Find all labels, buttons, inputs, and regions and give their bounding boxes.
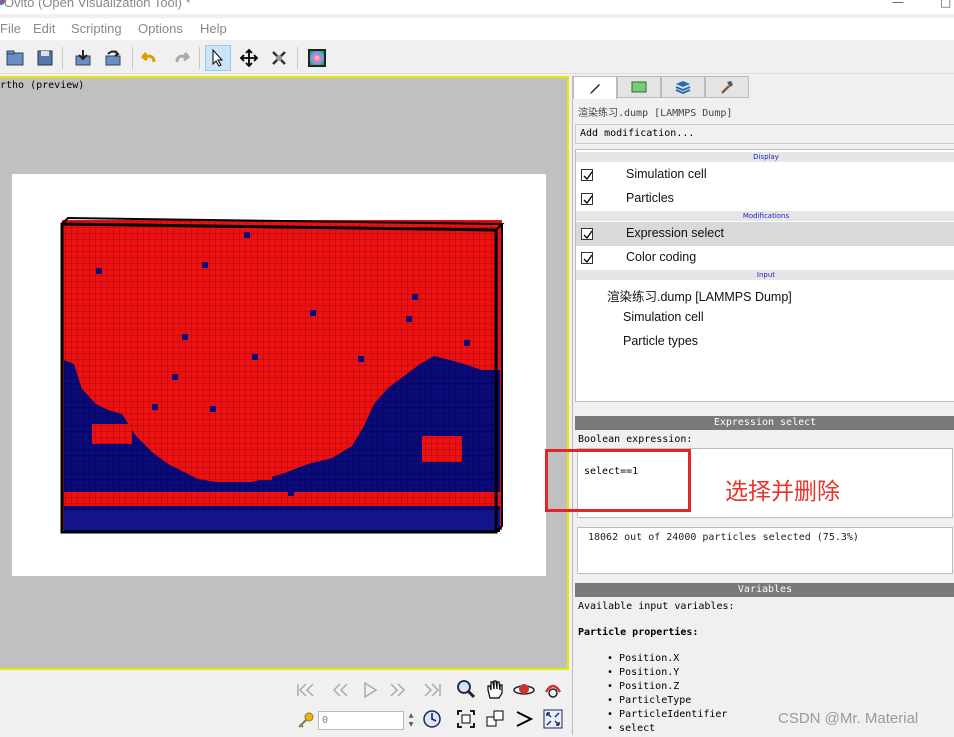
pipeline-item-label: Color coding	[626, 250, 697, 264]
jump-start-icon[interactable]	[294, 679, 318, 701]
selection-status-box: 18062 out of 24000 particles selected (7…	[577, 527, 953, 574]
command-panel: 渲染练习.dump [LAMMPS Dump] Add modification…	[572, 76, 954, 735]
pipeline-item-label: Particles	[626, 191, 674, 205]
section-input: Input	[576, 270, 954, 280]
tab-render[interactable]	[617, 76, 661, 98]
pipeline-item-label: Simulation cell	[623, 310, 704, 324]
checkmark-icon	[583, 195, 593, 205]
window-title: Ovito (Open Visualization Tool) *	[4, 0, 191, 10]
checkbox-color-coding[interactable]	[581, 252, 593, 264]
zoom-icon[interactable]	[454, 678, 478, 700]
variables-header: Variables	[575, 583, 954, 597]
annotation-highlight-box	[545, 449, 691, 512]
frame-spinner-arrows[interactable]: ▲ ▼	[406, 711, 416, 730]
layers-icon	[675, 81, 691, 94]
pipeline-title: 渲染练习.dump [LAMMPS Dump]	[578, 108, 733, 119]
menu-options[interactable]: Options	[138, 21, 183, 36]
title-bar: Ovito (Open Visualization Tool) * — □	[0, 0, 954, 14]
image-icon	[631, 81, 647, 93]
expression-select-header: Expression select	[575, 416, 954, 430]
main-toolbar	[0, 42, 954, 74]
pipeline-item-label: Particle types	[623, 334, 699, 348]
orbit-icon[interactable]	[512, 679, 536, 701]
checkbox-simulation-cell[interactable]	[581, 169, 593, 181]
viewport-ortho[interactable]: rtho (preview)	[0, 76, 569, 670]
zoom-scene-extents-icon[interactable]	[454, 708, 478, 730]
tab-utilities[interactable]	[705, 76, 749, 98]
checkbox-particles[interactable]	[581, 193, 593, 205]
section-modifications: Modifications	[576, 211, 954, 221]
section-display: Display	[576, 152, 954, 162]
export-icon[interactable]	[100, 45, 126, 71]
pencil-icon	[590, 84, 600, 94]
pipeline-item-label: Simulation cell	[626, 167, 707, 181]
hammer-icon	[721, 81, 733, 94]
variable-item: • Position.Y	[607, 667, 680, 678]
pipeline-item-input-file[interactable]: 渲染练习.dump [LAMMPS Dump]	[576, 282, 954, 306]
redo-icon[interactable]	[168, 45, 194, 71]
checkmark-icon	[583, 230, 593, 240]
tab-overlays[interactable]	[661, 76, 705, 98]
annotation-text: 选择并删除	[725, 479, 840, 505]
animation-settings-clock-icon[interactable]	[420, 708, 444, 730]
pipeline-item-input-simulation-cell[interactable]: Simulation cell	[576, 306, 954, 330]
variables-intro: Available input variables:	[578, 601, 735, 612]
pan-hand-icon[interactable]	[483, 678, 507, 700]
variable-item: • Position.X	[607, 653, 680, 664]
variables-list: • Position.X • Position.Y • Position.Z •…	[607, 653, 727, 737]
viewport-caption[interactable]: rtho (preview)	[0, 80, 84, 91]
save-icon[interactable]	[32, 45, 58, 71]
maximize-viewport-icon[interactable]	[541, 708, 565, 730]
next-frame-icon[interactable]	[386, 679, 410, 701]
open-file-icon[interactable]	[2, 45, 28, 71]
checkmark-icon	[583, 171, 593, 181]
key-icon[interactable]	[294, 709, 318, 731]
move-mode-icon[interactable]	[236, 45, 262, 71]
minimize-button[interactable]: —	[892, 0, 904, 9]
pipeline-item-particles[interactable]: Particles	[576, 187, 954, 211]
menu-file[interactable]: File	[0, 21, 21, 36]
menu-edit[interactable]: Edit	[33, 21, 55, 36]
play-icon[interactable]	[358, 679, 382, 701]
menu-bar: File Edit Scripting Options Help	[0, 18, 954, 40]
variable-item: • ParticleType	[607, 695, 692, 706]
undo-icon[interactable]	[137, 45, 163, 71]
checkbox-expression-select[interactable]	[581, 228, 593, 240]
particle-properties-heading: Particle properties:	[578, 627, 699, 638]
select-mode-icon[interactable]	[205, 45, 231, 71]
pick-orbit-center-icon[interactable]	[541, 679, 565, 701]
particle-render	[60, 216, 505, 534]
panel-tabs	[573, 76, 954, 99]
variable-item: • Position.Z	[607, 681, 680, 692]
selection-status-text: 18062 out of 24000 particles selected (7…	[588, 532, 859, 543]
add-modification-dropdown[interactable]: Add modification...	[575, 124, 954, 144]
zoom-all-viewports-icon[interactable]	[483, 708, 507, 730]
pipeline-editor[interactable]: Display Simulation cell Particles Modifi…	[575, 149, 954, 402]
pipeline-item-label: 渲染练习.dump [LAMMPS Dump]	[607, 290, 792, 304]
pipeline-item-label: Expression select	[626, 226, 724, 240]
menu-scripting[interactable]: Scripting	[71, 21, 122, 36]
tab-modify[interactable]	[573, 76, 617, 99]
pipeline-item-expression-select[interactable]: Expression select	[576, 222, 954, 246]
watermark: CSDN @Mr. Material	[778, 710, 919, 727]
boolean-expression-label: Boolean expression:	[578, 434, 693, 445]
menu-help[interactable]: Help	[200, 21, 227, 36]
variable-item: • ParticleIdentifier	[607, 709, 728, 720]
animation-bar: 0 ▲ ▼	[0, 672, 572, 735]
fov-icon[interactable]	[512, 708, 536, 730]
prev-frame-icon[interactable]	[328, 679, 352, 701]
jump-end-icon[interactable]	[420, 679, 444, 701]
main-window: Ovito (Open Visualization Tool) * — □ Fi…	[0, 0, 954, 735]
frame-spinner-input[interactable]: 0	[318, 711, 404, 730]
import-icon[interactable]	[70, 45, 96, 71]
checkmark-icon	[583, 254, 593, 264]
render-icon[interactable]	[304, 45, 330, 71]
render-frame	[12, 174, 546, 576]
pipeline-item-color-coding[interactable]: Color coding	[576, 246, 954, 270]
pick-mode-icon[interactable]	[266, 45, 292, 71]
pipeline-item-particle-types[interactable]: Particle types	[576, 330, 954, 354]
pipeline-item-simulation-cell[interactable]: Simulation cell	[576, 163, 954, 187]
maximize-button[interactable]: □	[940, 0, 951, 9]
